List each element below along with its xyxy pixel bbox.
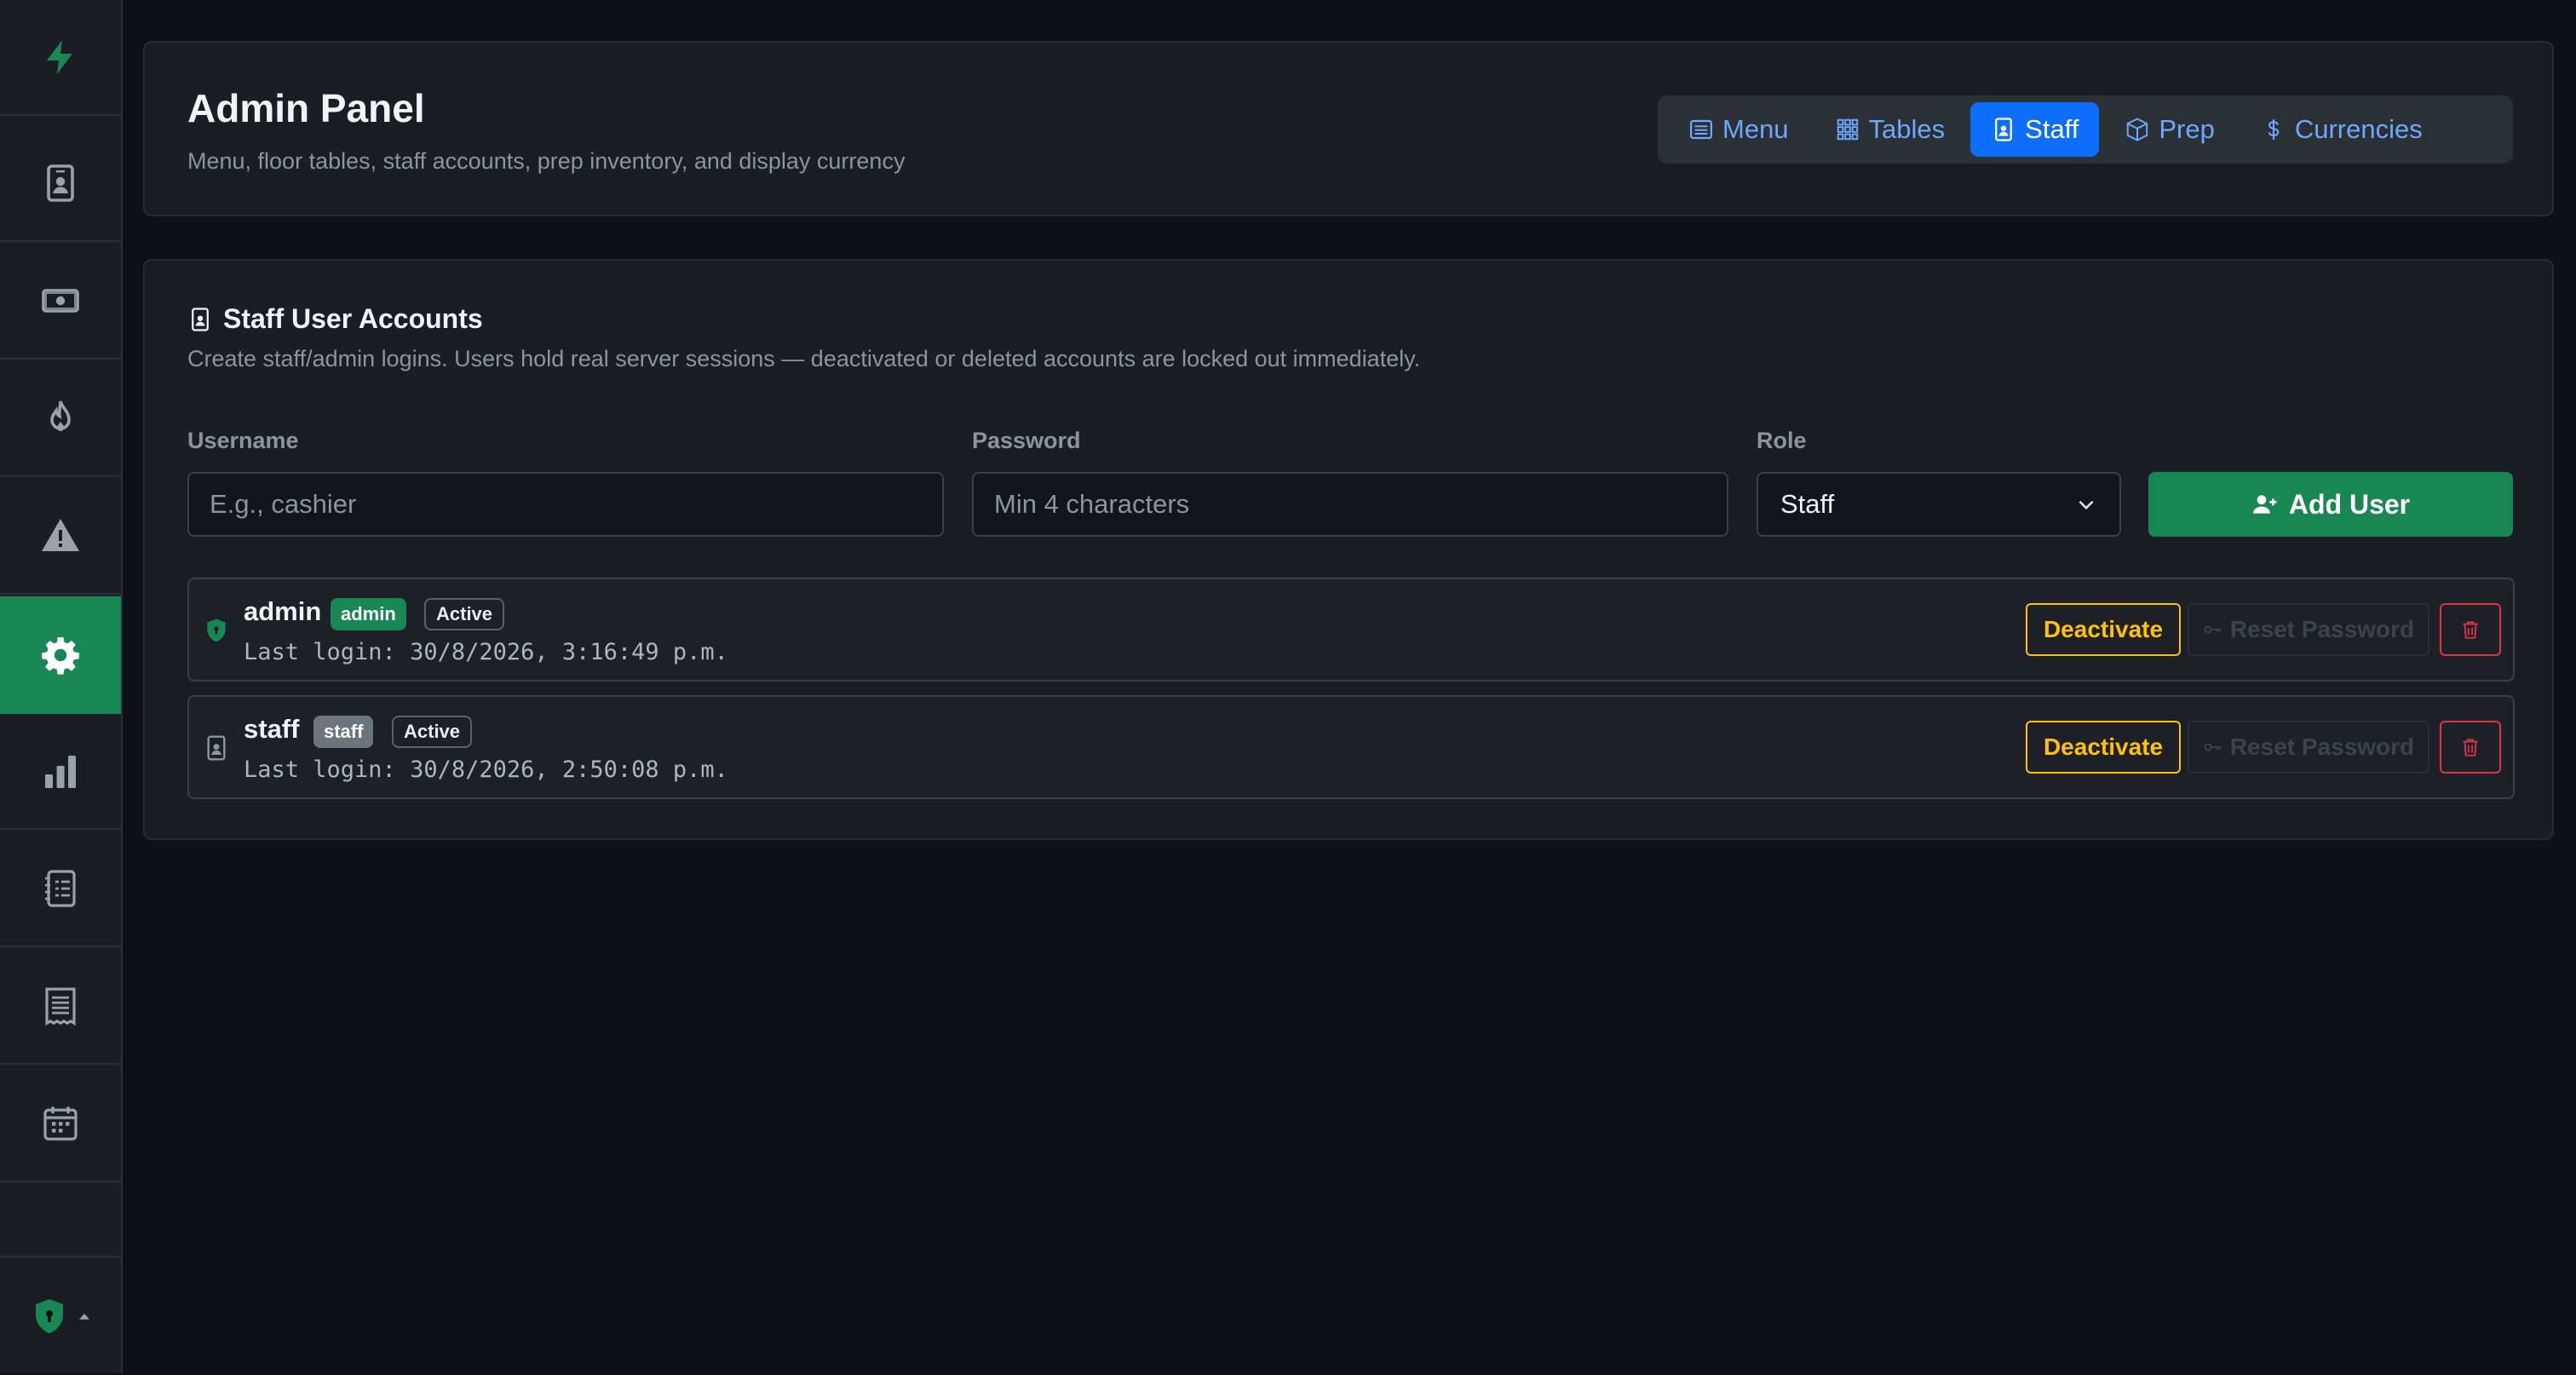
role-select[interactable]: Staff [1757, 472, 2121, 537]
reset-password-label: Reset Password [2229, 734, 2415, 760]
status-badge: Active [424, 598, 505, 630]
add-user-label: Add User [2288, 488, 2411, 520]
deactivate-button[interactable]: Deactivate [2026, 721, 2181, 774]
tab-currencies-label: Currencies [2294, 114, 2423, 144]
bar-chart-icon [45, 756, 76, 788]
warning-icon [42, 519, 79, 551]
key-icon [2204, 625, 2221, 634]
sidebar-item-cash[interactable] [0, 244, 121, 360]
shield-lock-icon [207, 618, 226, 642]
sidebar [0, 0, 123, 1373]
chevron-down-icon [2079, 500, 2094, 510]
reset-password-button[interactable]: Reset Password [2188, 721, 2429, 774]
person-badge-icon [192, 307, 209, 331]
caret-up-icon [79, 1314, 89, 1320]
tab-currencies[interactable]: Currencies [2240, 102, 2443, 157]
sidebar-item-kitchen[interactable] [0, 361, 121, 477]
shield-lock-icon [36, 1299, 63, 1333]
box-icon [2127, 118, 2148, 141]
admin-tabs: Menu Tables Staff Prep Currencies [1658, 95, 2513, 164]
cash-icon [42, 289, 79, 313]
tab-menu-label: Menu [1722, 114, 1789, 144]
person-badge-icon [47, 164, 74, 202]
sidebar-item-journal[interactable] [0, 831, 121, 947]
delete-user-button[interactable] [2440, 721, 2501, 774]
last-login-text: Last login: 30/8/2026, 2:50:08 p.m. [244, 757, 728, 783]
user-name: admin [244, 596, 322, 626]
last-login-text: Last login: 30/8/2026, 3:16:49 p.m. [244, 639, 728, 665]
sidebar-item-alerts[interactable] [0, 479, 121, 595]
username-input[interactable] [187, 472, 944, 537]
journal-list-icon [45, 870, 76, 907]
delete-user-button[interactable] [2440, 603, 2501, 656]
page-title: Admin Panel [187, 86, 425, 130]
calendar-icon [43, 1107, 78, 1141]
reset-password-label: Reset Password [2229, 616, 2415, 642]
receipt-icon [45, 987, 76, 1026]
tab-staff-label: Staff [2025, 114, 2079, 144]
tab-prep[interactable]: Prep [2104, 102, 2234, 157]
person-plus-icon [2252, 495, 2277, 514]
person-badge-icon [207, 735, 226, 761]
section-title-text: Staff User Accounts [223, 303, 483, 334]
bolt-icon [47, 40, 72, 74]
user-row-admin: admin admin Active Last login: 30/8/2026… [187, 578, 2515, 682]
reset-password-button[interactable]: Reset Password [2188, 603, 2429, 656]
page-subtitle: Menu, floor tables, staff accounts, prep… [187, 148, 906, 174]
person-badge-icon [1995, 118, 2013, 141]
sidebar-item-home[interactable] [0, 0, 121, 116]
trash-icon [2463, 739, 2478, 757]
trash-icon [2463, 621, 2478, 639]
password-input[interactable] [972, 472, 1728, 537]
tab-menu[interactable]: Menu [1668, 102, 1809, 157]
section-title: Staff User Accounts [187, 303, 483, 335]
gear-icon [42, 637, 79, 675]
sidebar-item-reports[interactable] [0, 714, 121, 830]
fire-icon [50, 400, 71, 431]
user-row-staff: staff staff Active Last login: 30/8/2026… [187, 695, 2515, 799]
sidebar-item-staff[interactable] [0, 126, 121, 242]
role-label: Role [1757, 428, 1807, 453]
section-description: Create staff/admin logins. Users hold re… [187, 346, 1421, 371]
tab-staff[interactable]: Staff [1970, 102, 2100, 157]
username-label: Username [187, 428, 299, 453]
staff-accounts-card: Staff User Accounts Create staff/admin l… [143, 259, 2554, 840]
deactivate-button[interactable]: Deactivate [2026, 603, 2181, 656]
role-select-value: Staff [1780, 489, 1835, 519]
list-icon [1690, 119, 1712, 140]
user-name: staff [244, 714, 300, 744]
role-badge: admin [331, 598, 406, 630]
tab-tables[interactable]: Tables [1814, 102, 1966, 157]
grid-icon [1837, 118, 1858, 141]
role-badge: staff [313, 716, 374, 748]
sidebar-item-settings[interactable] [0, 596, 121, 714]
account-menu-toggle[interactable] [0, 1256, 121, 1375]
admin-header-card: Admin Panel Menu, floor tables, staff ac… [143, 41, 2554, 216]
status-badge: Active [392, 716, 473, 748]
key-icon [2204, 743, 2221, 751]
tab-prep-label: Prep [2159, 114, 2215, 144]
sidebar-item-receipts[interactable] [0, 949, 121, 1065]
password-label: Password [972, 428, 1081, 453]
tab-tables-label: Tables [1868, 114, 1946, 144]
sidebar-item-calendar[interactable] [0, 1067, 121, 1182]
dollar-icon [2268, 119, 2280, 140]
add-user-button[interactable]: Add User [2148, 472, 2513, 537]
